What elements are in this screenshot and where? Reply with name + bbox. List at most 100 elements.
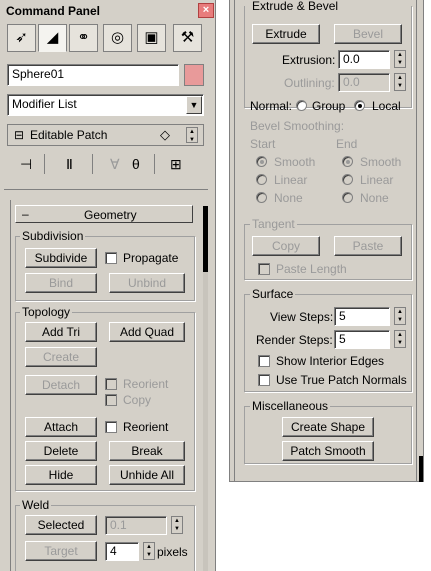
detach-reorient-checkbox[interactable] — [105, 378, 117, 390]
attach-reorient-label: Reorient — [123, 420, 169, 434]
end-linear-label: Linear — [360, 173, 394, 187]
scrollbar-thumb[interactable] — [203, 206, 208, 272]
configure-sets-icon[interactable]: ⊞ — [170, 156, 182, 173]
make-unique-icon[interactable]: ∀ — [110, 156, 120, 173]
end-smooth-radio[interactable] — [342, 156, 353, 167]
rollout-container: – Geometry Subdivision Subdivide Propaga… — [10, 200, 200, 571]
outlining-field[interactable]: 0.0 — [338, 73, 390, 92]
attach-button[interactable]: Attach — [25, 417, 97, 437]
stack-scroll-icon[interactable]: ▲ ▼ — [186, 127, 198, 143]
detach-copy-label: Copy — [123, 393, 152, 407]
modify-tab-icon[interactable]: ◢ — [38, 24, 67, 52]
extrusion-field[interactable]: 0.0 — [338, 50, 390, 69]
target-pixels-spinner[interactable]: ▲ ▼ — [143, 542, 155, 560]
chevron-down-icon[interactable]: ▼ — [186, 96, 202, 114]
weld-label: Weld — [20, 498, 52, 512]
subdivide-button[interactable]: Subdivide — [25, 248, 97, 268]
utilities-tab-icon[interactable]: ⚒ — [173, 24, 202, 52]
rollout-title: Geometry — [84, 208, 137, 222]
create-shape-button[interactable]: Create Shape — [282, 417, 374, 437]
weld-threshold-field[interactable]: 0.1 — [105, 516, 167, 535]
modifier-stack[interactable]: ⊟ Editable Patch ◇ ▲ ▼ — [7, 124, 204, 146]
show-interior-edges-checkbox[interactable] — [258, 355, 270, 367]
render-steps-field[interactable]: 5 — [334, 330, 390, 349]
attach-reorient-checkbox[interactable] — [105, 421, 117, 433]
object-color-swatch[interactable] — [184, 64, 204, 86]
view-steps-spinner[interactable]: ▲ ▼ — [394, 307, 406, 325]
delete-button[interactable]: Delete — [25, 441, 97, 461]
extrusion-value: 0.0 — [343, 52, 360, 66]
end-smooth-label: Smooth — [360, 155, 402, 169]
normal-local-radio[interactable] — [354, 100, 365, 111]
weld-threshold-spinner[interactable]: ▲ ▼ — [171, 516, 183, 534]
create-button[interactable]: Create — [25, 347, 97, 367]
modifier-list-dropdown[interactable]: Modifier List ▼ — [7, 94, 204, 116]
end-none-radio[interactable] — [342, 192, 353, 203]
start-smooth-label: Smooth — [274, 155, 316, 169]
view-steps-label: View Steps: — [270, 310, 334, 324]
show-end-result-icon[interactable]: Ⅱ — [66, 156, 73, 173]
unbind-button[interactable]: Unbind — [109, 273, 185, 293]
start-linear-label: Linear — [274, 173, 308, 187]
weld-selected-button[interactable]: Selected — [25, 515, 97, 535]
hide-button[interactable]: Hide — [25, 465, 97, 485]
break-button[interactable]: Break — [109, 441, 185, 461]
detach-button[interactable]: Detach — [25, 375, 97, 395]
start-none-radio[interactable] — [256, 192, 267, 203]
extrusion-label: Extrusion: — [282, 53, 336, 67]
command-panel-title: Command Panel — [6, 4, 101, 18]
pin-stack-icon[interactable]: ⊣ — [20, 156, 32, 173]
start-linear-radio[interactable] — [256, 174, 267, 185]
use-true-patch-normals-label: Use True Patch Normals — [276, 373, 407, 387]
paste-length-checkbox[interactable] — [258, 263, 270, 275]
target-pixels-value: 4 — [110, 544, 117, 558]
propagate-checkbox[interactable] — [105, 252, 117, 264]
extrusion-spinner[interactable]: ▲ ▼ — [394, 50, 406, 68]
tangent-paste-button[interactable]: Paste — [334, 236, 402, 256]
outlining-value: 0.0 — [343, 75, 360, 89]
object-name-field[interactable]: Sphere01 — [7, 64, 179, 86]
patch-smooth-button[interactable]: Patch Smooth — [282, 441, 374, 461]
normal-group-radio[interactable] — [296, 100, 307, 111]
use-true-patch-normals-checkbox[interactable] — [258, 374, 270, 386]
motion-tab-icon[interactable]: ◎ — [103, 24, 132, 52]
target-pixels-field[interactable]: 4 — [105, 542, 139, 561]
end-linear-radio[interactable] — [342, 174, 353, 185]
miscellaneous-label: Miscellaneous — [250, 399, 331, 413]
hierarchy-tab-icon[interactable]: ⚭ — [69, 24, 98, 52]
paste-length-label: Paste Length — [276, 262, 347, 276]
render-steps-spinner[interactable]: ▲ ▼ — [394, 330, 406, 348]
start-smooth-radio[interactable] — [256, 156, 267, 167]
close-icon[interactable]: × — [198, 3, 214, 18]
bevel-button[interactable]: Bevel — [334, 24, 402, 44]
surface-label: Surface — [250, 287, 296, 301]
tangent-copy-button[interactable]: Copy — [252, 236, 320, 256]
extrude-button[interactable]: Extrude — [252, 24, 320, 44]
outlining-spinner[interactable]: ▲ ▼ — [394, 73, 406, 91]
geometry-rollout-header[interactable]: – Geometry — [15, 205, 193, 223]
collapse-box-icon[interactable]: ⊟ — [14, 128, 24, 142]
add-quad-button[interactable]: Add Quad — [109, 322, 185, 342]
unhide-all-button[interactable]: Unhide All — [109, 465, 185, 485]
start-label: Start — [250, 137, 276, 151]
detach-copy-checkbox[interactable] — [105, 394, 117, 406]
toolbar-divider — [92, 154, 93, 174]
create-tab-icon[interactable]: ➶ — [7, 24, 36, 52]
collapse-minus-icon[interactable]: – — [22, 207, 29, 221]
outlining-label: Outlining: — [284, 76, 335, 90]
render-steps-label: Render Steps: — [256, 333, 333, 347]
add-tri-button[interactable]: Add Tri — [25, 322, 97, 342]
bind-button[interactable]: Bind — [25, 273, 97, 293]
modifier-list-value: Modifier List — [12, 97, 77, 111]
end-label: End — [336, 137, 358, 151]
remove-modifier-icon[interactable]: θ — [132, 156, 140, 172]
view-steps-field[interactable]: 5 — [334, 307, 390, 326]
normal-local-label: Local — [372, 99, 401, 113]
normal-group-label: Group — [312, 99, 346, 113]
weld-target-button[interactable]: Target — [25, 541, 97, 561]
view-steps-value: 5 — [339, 309, 346, 323]
start-none-label: None — [274, 191, 303, 205]
scrollbar-thumb-right[interactable] — [419, 456, 423, 482]
display-tab-icon[interactable]: ▣ — [137, 24, 166, 52]
show-cage-icon[interactable]: ◇ — [160, 127, 170, 143]
